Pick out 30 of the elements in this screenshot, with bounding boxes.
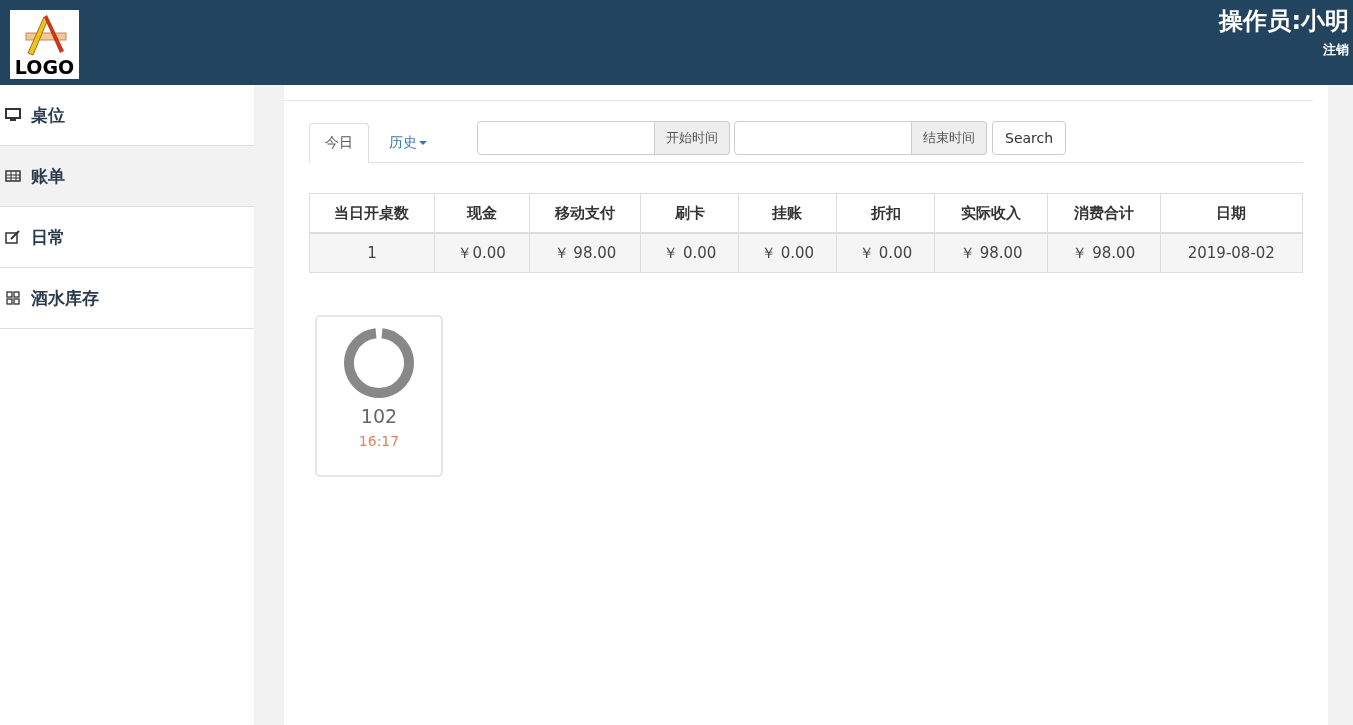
table-cell: ￥0.00 (434, 233, 530, 273)
sidebar-item[interactable]: 酒水库存 (0, 268, 254, 329)
table-cell: ￥ 98.00 (934, 233, 1048, 273)
logo-text: LOGO (14, 57, 75, 77)
input-addon: 结束时间 (912, 121, 987, 155)
grid-icon (5, 290, 21, 306)
input-addon: 开始时间 (655, 121, 730, 155)
table-cell: ￥ 0.00 (738, 233, 837, 273)
table-icon (5, 168, 21, 184)
table-number: 102 (360, 405, 398, 427)
sidebar-item[interactable]: 日常 (0, 207, 254, 268)
table-cell: 2019-08-02 (1160, 233, 1303, 273)
edit-icon (5, 229, 21, 245)
search-button[interactable]: Search (992, 121, 1067, 155)
sidebar-item[interactable]: 账单 (0, 146, 254, 207)
operator-name: 操作员:小明 (1219, 6, 1349, 37)
tab[interactable]: 今日 (309, 123, 369, 163)
table-cell: ￥ 98.00 (529, 233, 641, 273)
logout-link[interactable]: 注销 (1323, 41, 1349, 59)
table-cell: ￥ 98.00 (1047, 233, 1161, 273)
ring-icon (343, 327, 415, 399)
table-cell: ￥ 0.00 (640, 233, 739, 273)
table-cell: 1 (309, 233, 435, 273)
date-input-field[interactable] (477, 121, 655, 155)
open-time: 16:17 (358, 433, 400, 449)
table-card[interactable]: 102 16:17 (315, 315, 443, 477)
monitor-icon (5, 107, 21, 123)
tab[interactable]: 历史 (373, 123, 443, 163)
date-input-field[interactable] (734, 121, 912, 155)
table-cell: ￥ 0.00 (836, 233, 935, 273)
